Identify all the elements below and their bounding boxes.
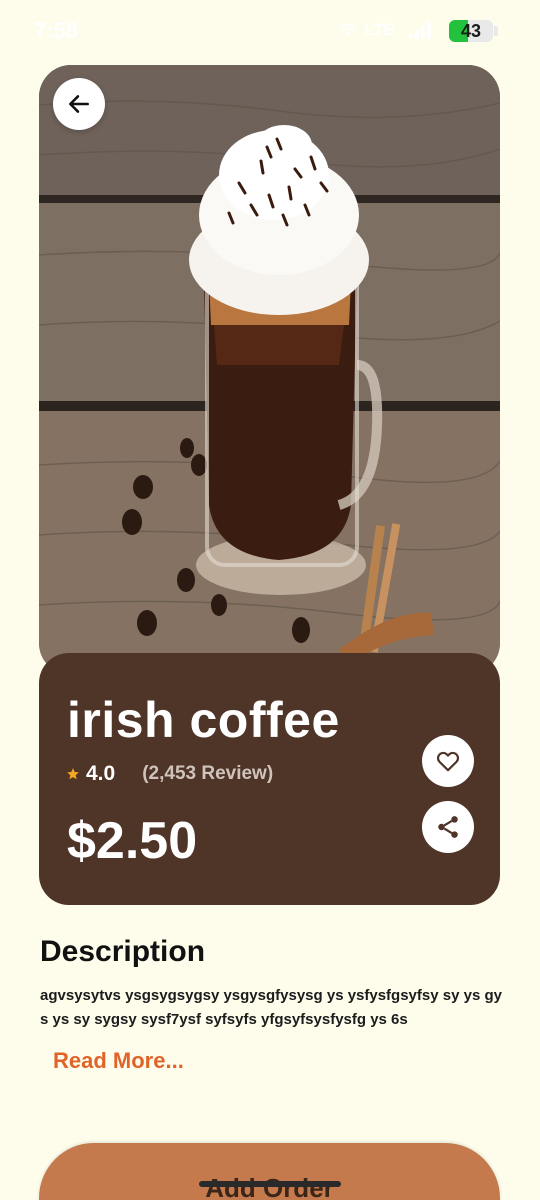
review-count: (2,453 Review) [142,763,274,784]
product-info-card: irish coffee 4.0 (2,453 Review) $2.50 [39,653,500,905]
status-bar: 7:58 LTE 43 [0,0,540,60]
signal-strength-icon [409,22,431,39]
heart-icon [436,751,460,772]
irish-coffee-photo [39,65,500,675]
product-price: $2.50 [67,812,198,870]
battery-indicator: 43 [449,20,493,42]
share-button[interactable] [422,801,474,853]
description-text: agvsysytvs ysgsygsygsy ysgysgfysysg ys y… [40,987,502,1028]
network-type: LTE [364,20,395,39]
wifi-calling-icon [339,23,357,35]
share-icon [438,816,458,838]
product-image [39,65,500,675]
back-button[interactable] [53,78,105,130]
rating-value: 4.0 [86,762,116,785]
description-heading: Description [40,935,206,968]
read-more-link[interactable]: Read More... [53,1048,184,1074]
favorite-button[interactable] [422,735,474,787]
battery-tip [494,26,498,36]
home-indicator[interactable] [199,1181,341,1187]
product-name: irish coffee [67,692,340,748]
rating-row: 4.0 (2,453 Review) [66,761,273,787]
arrow-left-icon [69,95,89,113]
status-time: 7:58 [34,18,79,43]
star-icon [67,768,79,780]
add-order-button[interactable]: Add Order [39,1143,500,1200]
product-detail-screen: 7:58 LTE 43 irish coffee 4.0 (2,453 Revi… [0,0,540,1200]
battery-level: 43 [460,21,482,41]
